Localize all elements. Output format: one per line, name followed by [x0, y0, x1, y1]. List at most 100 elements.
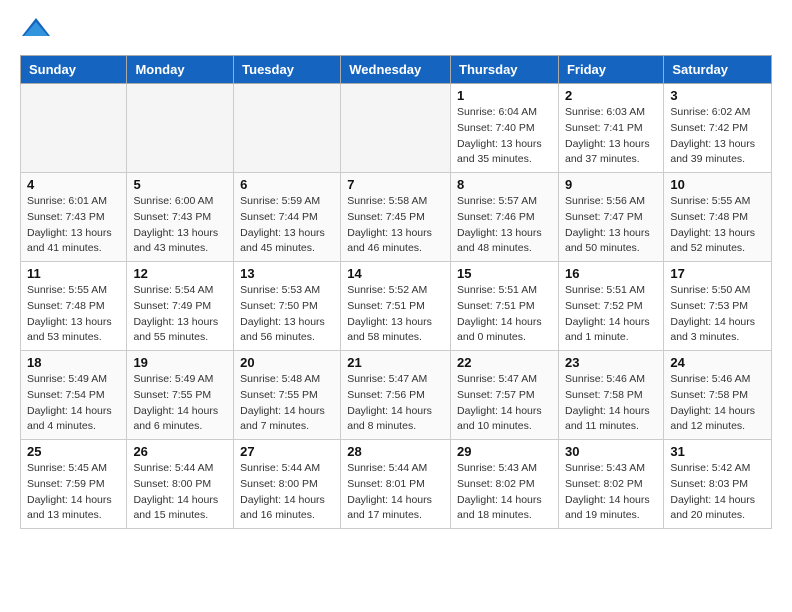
- day-cell: [127, 84, 234, 173]
- day-cell: [234, 84, 341, 173]
- day-detail: Sunrise: 5:45 AMSunset: 7:59 PMDaylight:…: [27, 461, 120, 524]
- day-cell: 24 Sunrise: 5:46 AMSunset: 7:58 PMDayligh…: [664, 351, 772, 440]
- day-number: 24: [670, 355, 765, 370]
- day-number: 6: [240, 177, 334, 192]
- day-detail: Sunrise: 5:52 AMSunset: 7:51 PMDaylight:…: [347, 283, 444, 346]
- day-detail: Sunrise: 6:00 AMSunset: 7:43 PMDaylight:…: [133, 194, 227, 257]
- week-row-4: 18 Sunrise: 5:49 AMSunset: 7:54 PMDayligh…: [21, 351, 772, 440]
- day-number: 8: [457, 177, 552, 192]
- day-header-thursday: Thursday: [451, 56, 559, 84]
- day-number: 20: [240, 355, 334, 370]
- day-detail: Sunrise: 5:47 AMSunset: 7:56 PMDaylight:…: [347, 372, 444, 435]
- day-cell: [21, 84, 127, 173]
- day-number: 9: [565, 177, 657, 192]
- day-number: 5: [133, 177, 227, 192]
- day-detail: Sunrise: 5:55 AMSunset: 7:48 PMDaylight:…: [27, 283, 120, 346]
- day-number: 10: [670, 177, 765, 192]
- day-cell: 31Sunrise: 5:42 AMSunset: 8:03 PMDayligh…: [664, 440, 772, 529]
- week-row-5: 25 Sunrise: 5:45 AMSunset: 7:59 PMDayligh…: [21, 440, 772, 529]
- day-cell: 1Sunrise: 6:04 AMSunset: 7:40 PMDaylight…: [451, 84, 559, 173]
- logo-icon: [20, 16, 52, 45]
- day-cell: 3 Sunrise: 6:02 AMSunset: 7:42 PMDaylight…: [664, 84, 772, 173]
- day-detail: Sunrise: 5:50 AMSunset: 7:53 PMDaylight:…: [670, 283, 765, 346]
- day-number: 25: [27, 444, 120, 459]
- day-number: 2: [565, 88, 657, 103]
- day-number: 23: [565, 355, 657, 370]
- day-cell: 26 Sunrise: 5:44 AMSunset: 8:00 PMDayligh…: [127, 440, 234, 529]
- day-cell: 15Sunrise: 5:51 AMSunset: 7:51 PMDayligh…: [451, 262, 559, 351]
- day-number: 3: [670, 88, 765, 103]
- day-detail: Sunrise: 5:43 AMSunset: 8:02 PMDaylight:…: [457, 461, 552, 524]
- day-cell: 4 Sunrise: 6:01 AMSunset: 7:43 PMDaylight…: [21, 173, 127, 262]
- day-detail: Sunrise: 5:43 AMSunset: 8:02 PMDaylight:…: [565, 461, 657, 524]
- day-detail: Sunrise: 5:48 AMSunset: 7:55 PMDaylight:…: [240, 372, 334, 435]
- day-cell: 29 Sunrise: 5:43 AMSunset: 8:02 PMDayligh…: [451, 440, 559, 529]
- day-header-sunday: Sunday: [21, 56, 127, 84]
- day-number: 16: [565, 266, 657, 281]
- day-cell: 12 Sunrise: 5:54 AMSunset: 7:49 PMDayligh…: [127, 262, 234, 351]
- day-cell: 19Sunrise: 5:49 AMSunset: 7:55 PMDayligh…: [127, 351, 234, 440]
- day-cell: 8Sunrise: 5:57 AMSunset: 7:46 PMDaylight…: [451, 173, 559, 262]
- day-detail: Sunrise: 5:46 AMSunset: 7:58 PMDaylight:…: [565, 372, 657, 435]
- day-cell: 20 Sunrise: 5:48 AMSunset: 7:55 PMDayligh…: [234, 351, 341, 440]
- day-number: 26: [133, 444, 227, 459]
- day-cell: 6 Sunrise: 5:59 AMSunset: 7:44 PMDaylight…: [234, 173, 341, 262]
- day-cell: 11Sunrise: 5:55 AMSunset: 7:48 PMDayligh…: [21, 262, 127, 351]
- day-number: 29: [457, 444, 552, 459]
- logo: [20, 16, 56, 45]
- day-detail: Sunrise: 5:49 AMSunset: 7:54 PMDaylight:…: [27, 372, 120, 435]
- day-header-saturday: Saturday: [664, 56, 772, 84]
- day-cell: 7 Sunrise: 5:58 AMSunset: 7:45 PMDaylight…: [341, 173, 451, 262]
- day-header-tuesday: Tuesday: [234, 56, 341, 84]
- day-detail: Sunrise: 5:46 AMSunset: 7:58 PMDaylight:…: [670, 372, 765, 435]
- day-cell: 25 Sunrise: 5:45 AMSunset: 7:59 PMDayligh…: [21, 440, 127, 529]
- day-number: 13: [240, 266, 334, 281]
- day-cell: 13 Sunrise: 5:53 AMSunset: 7:50 PMDayligh…: [234, 262, 341, 351]
- page-header: [20, 16, 772, 45]
- day-number: 31: [670, 444, 765, 459]
- day-detail: Sunrise: 6:01 AMSunset: 7:43 PMDaylight:…: [27, 194, 120, 257]
- day-detail: Sunrise: 6:02 AMSunset: 7:42 PMDaylight:…: [670, 105, 765, 168]
- day-detail: Sunrise: 5:44 AMSunset: 8:00 PMDaylight:…: [133, 461, 227, 524]
- day-number: 7: [347, 177, 444, 192]
- day-cell: 22Sunrise: 5:47 AMSunset: 7:57 PMDayligh…: [451, 351, 559, 440]
- day-number: 12: [133, 266, 227, 281]
- day-cell: 30 Sunrise: 5:43 AMSunset: 8:02 PMDayligh…: [558, 440, 663, 529]
- day-detail: Sunrise: 5:44 AMSunset: 8:01 PMDaylight:…: [347, 461, 444, 524]
- day-cell: 23 Sunrise: 5:46 AMSunset: 7:58 PMDayligh…: [558, 351, 663, 440]
- day-detail: Sunrise: 5:54 AMSunset: 7:49 PMDaylight:…: [133, 283, 227, 346]
- day-detail: Sunrise: 5:51 AMSunset: 7:52 PMDaylight:…: [565, 283, 657, 346]
- day-cell: 18 Sunrise: 5:49 AMSunset: 7:54 PMDayligh…: [21, 351, 127, 440]
- day-cell: 28Sunrise: 5:44 AMSunset: 8:01 PMDayligh…: [341, 440, 451, 529]
- day-detail: Sunrise: 5:59 AMSunset: 7:44 PMDaylight:…: [240, 194, 334, 257]
- day-number: 21: [347, 355, 444, 370]
- day-number: 18: [27, 355, 120, 370]
- day-detail: Sunrise: 5:58 AMSunset: 7:45 PMDaylight:…: [347, 194, 444, 257]
- day-cell: 16 Sunrise: 5:51 AMSunset: 7:52 PMDayligh…: [558, 262, 663, 351]
- week-row-1: 1Sunrise: 6:04 AMSunset: 7:40 PMDaylight…: [21, 84, 772, 173]
- day-cell: 5 Sunrise: 6:00 AMSunset: 7:43 PMDaylight…: [127, 173, 234, 262]
- day-header-monday: Monday: [127, 56, 234, 84]
- day-cell: 10 Sunrise: 5:55 AMSunset: 7:48 PMDayligh…: [664, 173, 772, 262]
- calendar-table: SundayMondayTuesdayWednesdayThursdayFrid…: [20, 55, 772, 529]
- day-number: 15: [457, 266, 552, 281]
- day-detail: Sunrise: 5:56 AMSunset: 7:47 PMDaylight:…: [565, 194, 657, 257]
- day-number: 30: [565, 444, 657, 459]
- day-number: 1: [457, 88, 552, 103]
- day-cell: 2 Sunrise: 6:03 AMSunset: 7:41 PMDaylight…: [558, 84, 663, 173]
- day-number: 27: [240, 444, 334, 459]
- day-number: 17: [670, 266, 765, 281]
- day-cell: 21 Sunrise: 5:47 AMSunset: 7:56 PMDayligh…: [341, 351, 451, 440]
- week-row-2: 4 Sunrise: 6:01 AMSunset: 7:43 PMDaylight…: [21, 173, 772, 262]
- day-detail: Sunrise: 5:49 AMSunset: 7:55 PMDaylight:…: [133, 372, 227, 435]
- day-cell: 17 Sunrise: 5:50 AMSunset: 7:53 PMDayligh…: [664, 262, 772, 351]
- day-number: 22: [457, 355, 552, 370]
- day-detail: Sunrise: 5:55 AMSunset: 7:48 PMDaylight:…: [670, 194, 765, 257]
- day-cell: 9 Sunrise: 5:56 AMSunset: 7:47 PMDaylight…: [558, 173, 663, 262]
- day-detail: Sunrise: 6:03 AMSunset: 7:41 PMDaylight:…: [565, 105, 657, 168]
- day-number: 14: [347, 266, 444, 281]
- day-detail: Sunrise: 5:44 AMSunset: 8:00 PMDaylight:…: [240, 461, 334, 524]
- day-number: 4: [27, 177, 120, 192]
- day-header-friday: Friday: [558, 56, 663, 84]
- day-detail: Sunrise: 5:53 AMSunset: 7:50 PMDaylight:…: [240, 283, 334, 346]
